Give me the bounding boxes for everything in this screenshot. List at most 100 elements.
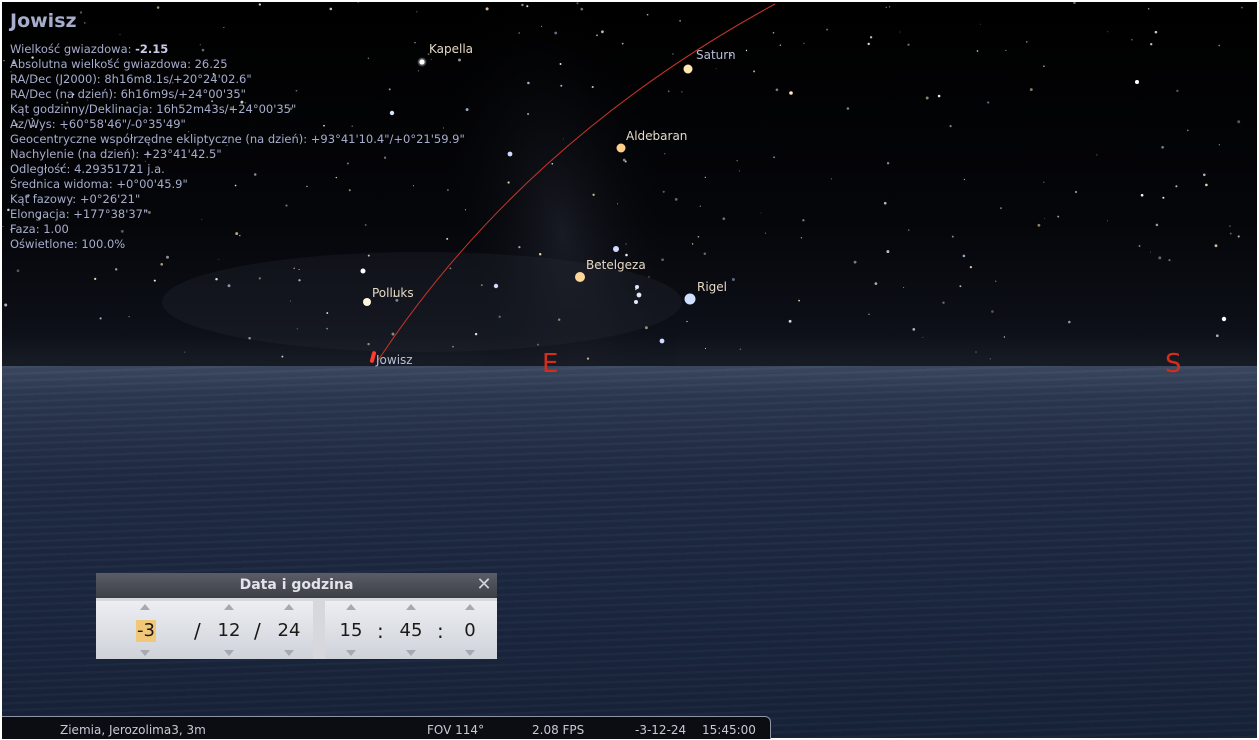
background-star bbox=[999, 207, 1002, 210]
star-polluks[interactable] bbox=[363, 298, 371, 306]
background-star bbox=[616, 203, 619, 205]
sky-view[interactable]: E S Kapella Saturn Aldebaran Betelgeza R… bbox=[2, 2, 1257, 738]
object-info-panel: Jowisz Wielkość gwiazdowa: -2.15 Absolutn… bbox=[10, 10, 465, 252]
background-star bbox=[867, 42, 870, 46]
background-star bbox=[826, 28, 829, 31]
background-star bbox=[526, 5, 529, 8]
info-row-label: Absolutna wielkość gwiazdowa: bbox=[10, 57, 195, 71]
info-row-value: 1.00 bbox=[43, 222, 69, 236]
info-row: RA/Dec (J2000): 8h16m8.1s/+20°24'02.6" bbox=[10, 72, 465, 87]
background-star bbox=[289, 300, 291, 302]
compass-east: E bbox=[542, 349, 559, 379]
background-star bbox=[788, 319, 792, 323]
info-row-value: 8h16m8.1s/+20°24'02.6" bbox=[104, 72, 252, 86]
background-star bbox=[586, 357, 590, 360]
minute-down-arrow-icon[interactable] bbox=[406, 650, 416, 656]
month-down-arrow-icon[interactable] bbox=[224, 650, 234, 656]
background-star bbox=[963, 178, 966, 181]
background-star bbox=[886, 162, 890, 165]
label-betelgeza[interactable]: Betelgeza bbox=[586, 258, 646, 272]
star-bellatrix bbox=[613, 246, 619, 252]
hour-up-arrow-icon[interactable] bbox=[346, 604, 356, 610]
second-field[interactable]: 0 bbox=[455, 620, 485, 642]
year-up-arrow-icon[interactable] bbox=[140, 604, 150, 610]
background-star bbox=[1140, 193, 1144, 197]
month-up-arrow-icon[interactable] bbox=[224, 604, 234, 610]
background-star bbox=[281, 355, 284, 358]
info-row-label: Elongacja: bbox=[10, 207, 74, 221]
background-star bbox=[391, 332, 395, 336]
object-info-rows: Wielkość gwiazdowa: -2.15 Absolutna wielk… bbox=[10, 42, 465, 252]
time-separator: : bbox=[377, 619, 384, 643]
background-star bbox=[1218, 144, 1221, 146]
month-field[interactable]: 12 bbox=[214, 620, 244, 642]
star-rigel[interactable] bbox=[684, 293, 696, 305]
background-star bbox=[697, 235, 700, 238]
background-star bbox=[736, 160, 738, 162]
background-star bbox=[703, 252, 707, 256]
background-star bbox=[831, 178, 832, 180]
background-star bbox=[681, 91, 683, 93]
background-star bbox=[745, 49, 748, 52]
minute-field[interactable]: 45 bbox=[396, 620, 426, 642]
info-row: Kąt fazowy: +0°26'21" bbox=[10, 192, 465, 207]
dialog-title: Data i godzina bbox=[239, 577, 354, 593]
dialog-header[interactable]: Data i godzina ✕ bbox=[96, 573, 497, 598]
second-up-arrow-icon[interactable] bbox=[465, 604, 475, 610]
background-star bbox=[625, 253, 628, 257]
year-field[interactable]: -3 bbox=[136, 620, 156, 642]
background-star bbox=[715, 68, 717, 70]
background-star bbox=[868, 313, 870, 316]
info-row-label: Oświetlone: bbox=[10, 237, 82, 251]
background-star bbox=[1068, 320, 1071, 324]
background-star bbox=[760, 212, 762, 214]
planet-saturn[interactable] bbox=[683, 64, 693, 74]
background-star bbox=[16, 269, 20, 273]
background-star bbox=[886, 250, 890, 254]
object-name: Jowisz bbox=[10, 10, 77, 32]
label-polluks[interactable]: Polluks bbox=[372, 286, 414, 300]
star-betelgeza[interactable] bbox=[575, 272, 585, 282]
background-star bbox=[773, 156, 776, 159]
background-star bbox=[114, 268, 118, 271]
background-star bbox=[357, 2, 360, 3]
background-star bbox=[949, 125, 952, 128]
background-star bbox=[1043, 181, 1045, 183]
background-star bbox=[798, 299, 800, 302]
background-star bbox=[987, 101, 990, 104]
info-row-value: 26.25 bbox=[194, 57, 228, 71]
background-star bbox=[166, 255, 169, 259]
info-row: Odległość: 4.29351721 j.a. bbox=[10, 162, 465, 177]
background-star bbox=[699, 205, 701, 207]
background-star bbox=[739, 348, 741, 350]
status-location[interactable]: Ziemia, Jerozolima3, 3m bbox=[60, 723, 206, 737]
label-saturn[interactable]: Saturn bbox=[696, 48, 736, 62]
background-star bbox=[1205, 183, 1208, 187]
background-star bbox=[156, 6, 160, 9]
year-down-arrow-icon[interactable] bbox=[140, 650, 150, 656]
background-star bbox=[580, 7, 584, 11]
hour-down-arrow-icon[interactable] bbox=[346, 650, 356, 656]
label-jowisz[interactable]: Jowisz bbox=[376, 353, 413, 367]
day-down-arrow-icon[interactable] bbox=[284, 650, 294, 656]
background-star bbox=[644, 326, 648, 330]
label-aldebaran[interactable]: Aldebaran bbox=[626, 129, 687, 143]
background-star bbox=[624, 160, 627, 163]
background-star bbox=[995, 280, 997, 282]
label-rigel[interactable]: Rigel bbox=[697, 280, 727, 294]
close-icon[interactable]: ✕ bbox=[475, 575, 493, 595]
second-down-arrow-icon[interactable] bbox=[465, 650, 475, 656]
day-up-arrow-icon[interactable] bbox=[284, 604, 294, 610]
background-star bbox=[980, 23, 982, 25]
time-panel: 15 : 45 : 0 bbox=[325, 601, 497, 659]
background-star bbox=[1150, 43, 1153, 46]
info-row: Średnica widoma: +0°00'45.9" bbox=[10, 177, 465, 192]
star-aldebaran[interactable] bbox=[616, 143, 626, 153]
hour-field[interactable]: 15 bbox=[336, 620, 366, 642]
status-date[interactable]: -3-12-24 bbox=[635, 723, 686, 737]
background-star bbox=[1073, 2, 1076, 5]
info-row-value: 100.0% bbox=[81, 237, 126, 251]
minute-up-arrow-icon[interactable] bbox=[406, 604, 416, 610]
day-field[interactable]: 24 bbox=[274, 620, 304, 642]
status-time[interactable]: 15:45:00 bbox=[702, 723, 756, 737]
